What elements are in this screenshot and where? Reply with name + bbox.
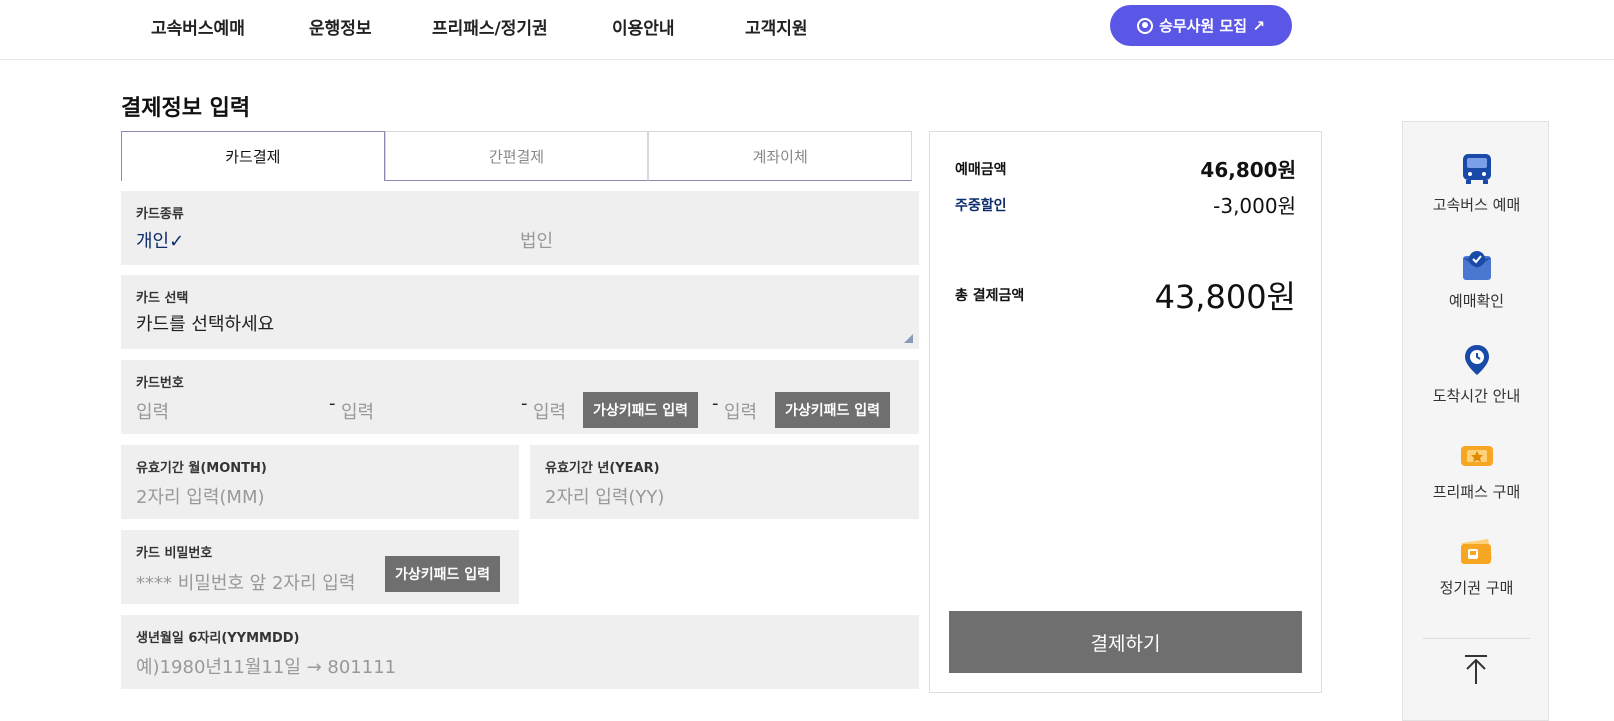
season-ticket-icon <box>1458 535 1496 569</box>
birth-date-input[interactable]: 예)1980년11월11일 → 801111 <box>136 653 396 679</box>
card-number-input-2[interactable]: 입력 <box>341 398 374 424</box>
total-amount-value: 43,800원 <box>1154 278 1296 316</box>
quick-menu-divider <box>1423 638 1530 639</box>
card-type-personal-label: 개인 <box>136 231 170 252</box>
discount-label: 주중할인 <box>955 197 1007 214</box>
scroll-top-icon[interactable] <box>1463 654 1489 688</box>
tab-easy-pay[interactable]: 간편결제 <box>384 131 649 181</box>
card-number-input-1[interactable]: 입력 <box>136 398 169 424</box>
nav-item-guide[interactable]: 이용안내 <box>612 14 675 39</box>
nav-item-support[interactable]: 고객지원 <box>745 14 808 39</box>
expiry-year-field[interactable]: 유효기간 년(YEAR) 2자리 입력(YY) <box>530 445 919 519</box>
bus-icon <box>1458 152 1496 186</box>
expiry-month-field[interactable]: 유효기간 월(MONTH) 2자리 입력(MM) <box>121 445 519 519</box>
quick-menu-booking-check-label: 예매확인 <box>1448 292 1505 310</box>
person-icon <box>1137 17 1154 34</box>
payment-tabs: 카드결제 간편결제 계좌이체 <box>121 131 913 181</box>
quick-menu-bus-booking-label: 고속버스 예매 <box>1432 196 1521 214</box>
quick-menu-freepass[interactable]: 프리패스 구매 <box>1403 439 1550 502</box>
card-password-keypad-button[interactable]: 가상키패드 입력 <box>385 556 501 592</box>
recruit-button-label: 승무사원 모집 ↗ <box>1159 17 1265 35</box>
quick-menu-season-ticket-label: 정기권 구매 <box>1439 579 1514 597</box>
quick-menu-arrival-time-label: 도착시간 안내 <box>1432 387 1521 405</box>
page-title: 결제정보 입력 <box>121 96 251 121</box>
card-number-dash-2: - <box>521 393 528 414</box>
nav-item-bus-booking[interactable]: 고속버스예매 <box>151 14 245 39</box>
location-clock-icon <box>1458 343 1496 377</box>
expiry-month-label: 유효기간 월(MONTH) <box>136 461 267 476</box>
quick-menu-bus-booking[interactable]: 고속버스 예매 <box>1403 152 1550 215</box>
tab-card[interactable]: 카드결제 <box>121 131 385 181</box>
quick-menu-season-ticket[interactable]: 정기권 구매 <box>1403 535 1550 598</box>
card-number-input-3[interactable]: 입력 <box>533 398 566 424</box>
quick-menu-sidebar: 고속버스 예매 예매확인 도착시간 안내 프리패스 구매 정기권 구매 <box>1402 121 1549 721</box>
birth-date-field[interactable]: 생년월일 6자리(YYMMDD) 예)1980년11월11일 → 801111 <box>121 615 919 689</box>
quick-menu-booking-check[interactable]: 예매확인 <box>1403 248 1550 311</box>
card-password-input[interactable]: **** 비밀번호 앞 2자리 입력 <box>136 569 355 595</box>
expiry-year-input[interactable]: 2자리 입력(YY) <box>545 483 664 509</box>
expiry-month-input[interactable]: 2자리 입력(MM) <box>136 483 265 509</box>
payment-summary-panel: 예매금액 46,800원 주중할인 -3,000원 총 결제금액 43,800원… <box>929 131 1322 693</box>
ticket-check-icon <box>1458 248 1496 282</box>
card-number-dash-3: - <box>712 393 719 414</box>
pay-button[interactable]: 결제하기 <box>949 611 1302 673</box>
nav-item-freepass[interactable]: 프리패스/정기권 <box>432 14 548 39</box>
card-number-keypad-button-1[interactable]: 가상키패드 입력 <box>583 392 699 428</box>
card-type-field: 카드종류 개인✓ 법인 <box>121 191 919 265</box>
top-navigation: 고속버스예매 운행정보 프리패스/정기권 이용안내 고객지원 승무사원 모집 ↗ <box>0 0 1614 60</box>
card-number-input-4[interactable]: 입력 <box>724 398 757 424</box>
card-number-field: 카드번호 입력 - 입력 - 입력 가상키패드 입력 - 입력 가상키패드 입력 <box>121 360 919 434</box>
quick-menu-arrival-time[interactable]: 도착시간 안내 <box>1403 343 1550 406</box>
nav-item-schedule[interactable]: 운행정보 <box>309 14 372 39</box>
quick-menu-freepass-label: 프리패스 구매 <box>1432 483 1521 501</box>
card-password-field: 카드 비밀번호 **** 비밀번호 앞 2자리 입력 가상키패드 입력 <box>121 530 519 604</box>
discount-value: -3,000원 <box>1213 194 1296 218</box>
card-type-label: 카드종류 <box>136 207 184 222</box>
resize-handle-icon <box>904 334 913 343</box>
total-amount-row: 총 결제금액 43,800원 <box>955 272 1296 318</box>
card-type-corporate-option[interactable]: 법인 <box>520 227 553 253</box>
expiry-year-label: 유효기간 년(YEAR) <box>545 461 660 476</box>
discount-row: 주중할인 -3,000원 <box>955 190 1296 219</box>
card-number-dash-1: - <box>329 393 336 414</box>
card-select-field[interactable]: 카드 선택 카드를 선택하세요 <box>121 275 919 349</box>
card-number-keypad-button-2[interactable]: 가상키패드 입력 <box>775 392 891 428</box>
card-select-label: 카드 선택 <box>136 291 189 306</box>
booking-amount-row: 예매금액 46,800원 <box>955 154 1296 183</box>
total-amount-label: 총 결제금액 <box>955 288 1025 304</box>
tab-bank-transfer[interactable]: 계좌이체 <box>648 131 913 181</box>
birth-date-label: 생년월일 6자리(YYMMDD) <box>136 631 300 646</box>
check-icon: ✓ <box>169 231 185 252</box>
booking-amount-label: 예매금액 <box>955 161 1007 178</box>
freepass-ticket-icon <box>1458 439 1496 473</box>
recruit-button[interactable]: 승무사원 모집 ↗ <box>1110 5 1292 46</box>
booking-amount-value: 46,800원 <box>1200 158 1296 182</box>
card-number-label: 카드번호 <box>136 376 184 391</box>
card-password-label: 카드 비밀번호 <box>136 546 213 561</box>
card-select-value[interactable]: 카드를 선택하세요 <box>136 310 274 336</box>
card-type-personal-option[interactable]: 개인✓ <box>136 227 184 253</box>
